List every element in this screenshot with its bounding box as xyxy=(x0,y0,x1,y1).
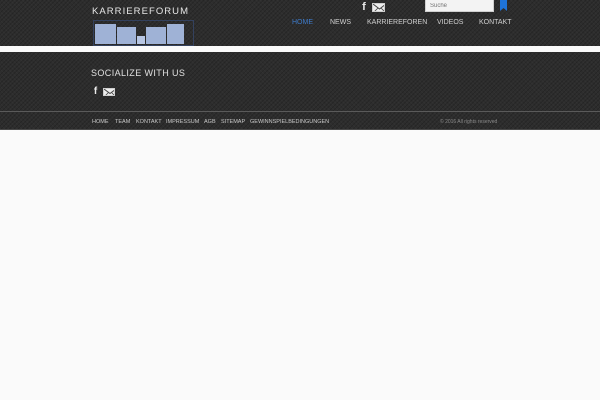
footer-link-team[interactable]: TEAM xyxy=(115,118,136,127)
site-header: KARRIEREFORUM f HOME NEWS KARRIEREFOREN … xyxy=(0,0,600,46)
logo-text: KARRIEREFORUM xyxy=(92,6,190,17)
bookmark-icon[interactable] xyxy=(500,0,507,11)
footer-link-agb[interactable]: AGB xyxy=(204,118,221,127)
footer-social-links: f xyxy=(92,87,115,97)
mail-icon[interactable] xyxy=(372,2,385,12)
site-footer: SOCIALIZE WITH US f HOME TEAM KONTAKT IM… xyxy=(0,52,600,130)
footer-link-home[interactable]: HOME xyxy=(92,118,115,127)
logo-block xyxy=(95,24,116,44)
logo-block xyxy=(146,27,166,44)
footer-link-gewinnspielbedingungen[interactable]: GEWINNSPIELBEDINGUNGEN xyxy=(250,118,329,127)
main-nav: HOME NEWS KARRIEREFOREN VIDEOS KONTAKT xyxy=(292,18,512,28)
footer-nav: HOME TEAM KONTAKT IMPRESSUM AGB SITEMAP … xyxy=(92,118,329,127)
logo-block xyxy=(167,24,184,44)
nav-item-karriereforen[interactable]: KARRIEREFOREN xyxy=(367,18,437,28)
footer-link-sitemap[interactable]: SITEMAP xyxy=(221,118,250,127)
facebook-icon[interactable]: f xyxy=(360,2,368,13)
footer-link-kontakt[interactable]: KONTAKT xyxy=(136,118,166,127)
header-social-links: f xyxy=(360,2,385,13)
logo-block xyxy=(137,36,145,44)
site-logo[interactable]: KARRIEREFORUM xyxy=(92,6,196,46)
nav-item-news[interactable]: NEWS xyxy=(330,18,367,28)
search-input[interactable] xyxy=(425,0,494,12)
social-heading: SOCIALIZE WITH US xyxy=(91,68,186,78)
footer-divider xyxy=(0,111,600,112)
logo-block xyxy=(117,27,136,44)
footer-link-impressum[interactable]: IMPRESSUM xyxy=(166,118,204,127)
nav-item-kontakt[interactable]: KONTAKT xyxy=(479,18,512,28)
nav-item-home[interactable]: HOME xyxy=(292,18,330,28)
nav-item-videos[interactable]: VIDEOS xyxy=(437,18,479,28)
mail-icon[interactable] xyxy=(103,87,115,96)
facebook-icon[interactable]: f xyxy=(92,87,99,97)
copyright-text: © 2016 All rights reserved xyxy=(440,119,498,125)
logo-graphic xyxy=(93,20,194,46)
